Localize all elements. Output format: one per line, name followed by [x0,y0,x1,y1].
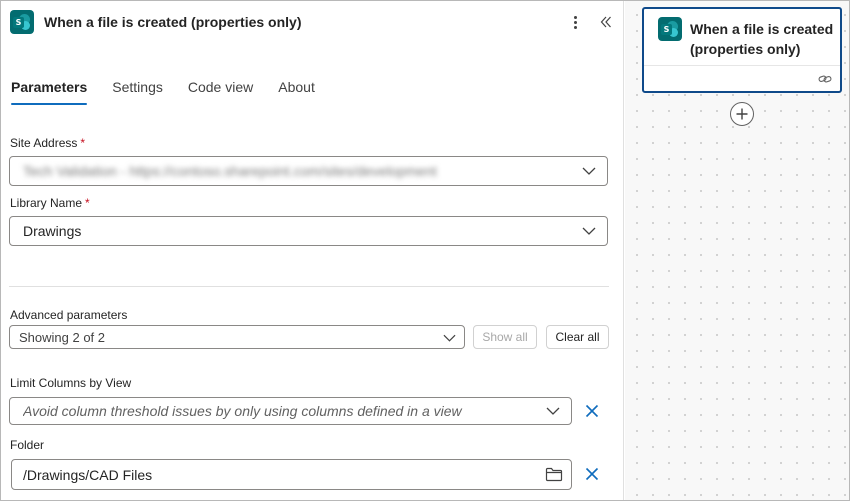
library-name-label-text: Library Name [10,196,83,210]
close-icon[interactable] [582,464,602,484]
folder-label: Folder [10,438,45,452]
link-icon [818,72,832,86]
designer-canvas: S When a file is created (properties onl… [625,1,849,500]
advanced-parameters-dropdown[interactable]: Showing 2 of 2 [9,325,465,349]
site-address-value: Tech Validation - https://contoso.sharep… [23,163,437,179]
double-chevron-left-icon[interactable] [597,12,615,32]
clear-all-button[interactable]: Clear all [546,325,609,349]
tab-code-view[interactable]: Code view [188,79,253,105]
required-mark: * [85,196,90,210]
chevron-down-icon [443,330,456,345]
panel-title: When a file is created (properties only) [44,14,302,30]
limit-columns-placeholder: Avoid column threshold issues by only us… [23,403,462,419]
folder-icon[interactable] [545,467,563,482]
limit-columns-label: Limit Columns by View [10,376,132,390]
close-icon[interactable] [582,401,602,421]
action-details-panel: S When a file is created (properties onl… [1,1,624,500]
header-actions [567,12,615,32]
advanced-parameters-label: Advanced parameters [10,308,128,322]
site-address-dropdown[interactable]: Tech Validation - https://contoso.sharep… [9,156,608,186]
trigger-card-title: When a file is created (properties only) [690,21,834,57]
trigger-card[interactable]: S When a file is created (properties onl… [642,7,842,93]
section-divider [9,286,609,287]
chevron-down-icon [581,163,597,179]
library-name-value: Drawings [23,223,82,239]
required-mark: * [80,136,86,150]
trigger-card-footer [644,65,840,91]
folder-input[interactable]: /Drawings/CAD Files [11,459,572,490]
site-address-label: Site Address * [10,136,85,150]
more-vertical-icon[interactable] [567,12,583,32]
library-name-dropdown[interactable]: Drawings [9,216,608,246]
plus-circle-icon[interactable] [730,102,754,126]
tab-parameters[interactable]: Parameters [11,79,88,105]
panel-header: S When a file is created (properties onl… [10,9,615,35]
show-all-button[interactable]: Show all [473,325,537,349]
chevron-down-icon [581,223,597,239]
sharepoint-icon: S [10,10,34,34]
tab-settings[interactable]: Settings [112,79,163,105]
tab-about[interactable]: About [278,79,315,105]
tab-list: Parameters Settings Code view About [11,79,340,105]
chevron-down-icon [545,403,561,419]
library-name-label: Library Name * [10,196,90,210]
folder-value: /Drawings/CAD Files [23,466,153,483]
sharepoint-icon: S [658,17,682,41]
advanced-parameters-value: Showing 2 of 2 [19,329,106,345]
limit-columns-dropdown[interactable]: Avoid column threshold issues by only us… [9,397,572,425]
site-address-label-text: Site Address [10,136,78,150]
